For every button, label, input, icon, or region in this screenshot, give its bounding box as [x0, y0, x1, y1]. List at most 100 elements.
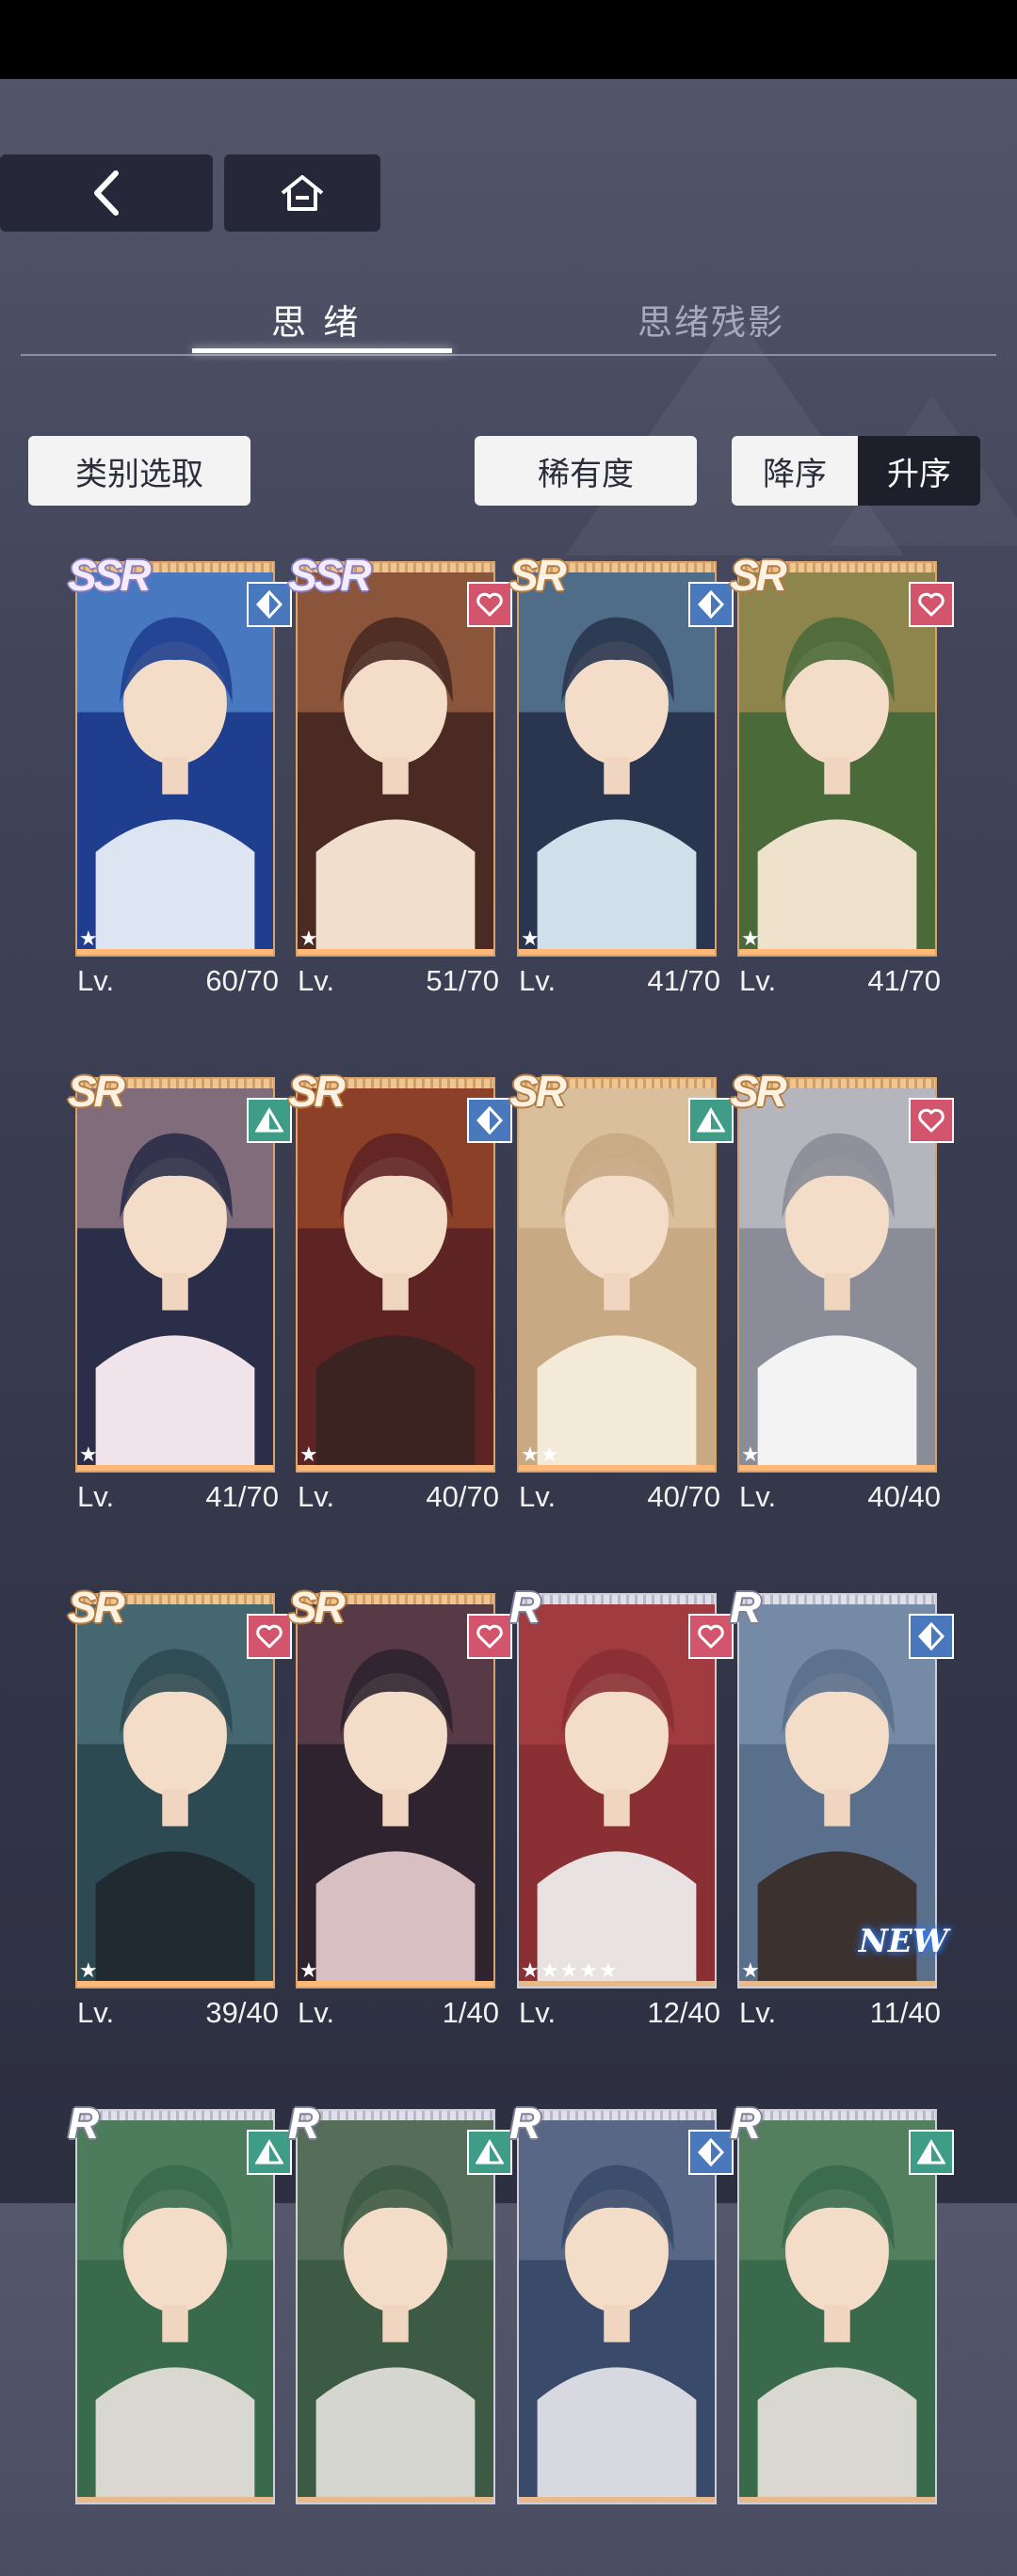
level-label: Lv.	[519, 964, 557, 997]
character-portrait	[519, 1595, 715, 1987]
level-value: 41/70	[867, 964, 941, 997]
rarity-label: SSR	[288, 551, 372, 600]
card-15[interactable]: R	[509, 2098, 734, 2576]
level-label: Lv.	[77, 964, 115, 997]
diamond-icon	[909, 1614, 954, 1659]
card-frame	[517, 1077, 717, 1473]
heart-icon	[909, 1098, 954, 1143]
level-label: Lv.	[298, 1996, 335, 2029]
descending-button[interactable]: 降序	[732, 436, 858, 506]
rarity-label: R	[68, 2099, 99, 2148]
card-14[interactable]: R	[288, 2098, 512, 2576]
rarity-label: SR	[68, 1583, 125, 1632]
heart-icon	[909, 582, 954, 627]
level-value: 39/40	[205, 1996, 279, 2029]
character-portrait	[77, 563, 273, 955]
card-11[interactable]: R ★★★★★ Lv. 12/40	[509, 1582, 734, 2060]
level-value: 40/70	[426, 1480, 499, 1513]
tab-thoughts[interactable]: 思 绪	[271, 294, 362, 345]
tab-thought-shadows[interactable]: 思绪残影	[638, 294, 784, 345]
card-frame	[517, 1593, 717, 1988]
card-frame	[75, 1077, 275, 1473]
triangle-icon	[247, 2130, 292, 2175]
rarity-label: SR	[288, 1583, 346, 1632]
category-filter-button[interactable]: 类别选取	[28, 436, 250, 506]
card-frame	[296, 2109, 495, 2504]
new-badge: NEW	[858, 1923, 948, 1960]
chevron-left-icon	[94, 170, 119, 216]
heart-icon	[467, 582, 512, 627]
heart-icon	[247, 1614, 292, 1659]
character-portrait	[519, 563, 715, 955]
card-13[interactable]: R	[68, 2098, 292, 2576]
star-rating: ★★	[521, 1442, 560, 1466]
star-rating: ★★★★★	[521, 1958, 619, 1982]
home-button[interactable]	[224, 154, 380, 232]
back-button[interactable]	[0, 154, 213, 232]
heart-icon	[467, 1614, 512, 1659]
rarity-label: SR	[509, 551, 567, 600]
diamond-icon	[688, 2130, 734, 2175]
card-16[interactable]: R	[730, 2098, 954, 2576]
card-frame	[75, 561, 275, 957]
level-label: Lv.	[77, 1996, 115, 2029]
rarity-sort-button[interactable]: 稀有度	[475, 436, 697, 506]
character-portrait	[77, 2111, 273, 2503]
level-value: 41/70	[647, 964, 720, 997]
card-frame	[296, 1077, 495, 1473]
rarity-label: R	[509, 2099, 541, 2148]
level-label: Lv.	[739, 1480, 777, 1513]
card-4[interactable]: SR ★ Lv. 41/70	[730, 550, 954, 1028]
level-label: Lv.	[298, 1480, 335, 1513]
card-frame	[296, 561, 495, 957]
card-frame	[75, 2109, 275, 2504]
triangle-icon	[909, 2130, 954, 2175]
level-value: 60/70	[205, 964, 279, 997]
character-portrait	[739, 563, 935, 955]
card-10[interactable]: SR ★ Lv. 1/40	[288, 1582, 512, 2060]
sort-order-toggle: 降序 升序	[732, 436, 980, 506]
ascending-button[interactable]: 升序	[858, 436, 980, 506]
card-6[interactable]: SR ★ Lv. 40/70	[288, 1066, 512, 1544]
rarity-label: R	[730, 1583, 761, 1632]
star-rating: ★	[741, 926, 761, 950]
level-label: Lv.	[519, 1480, 557, 1513]
star-rating: ★	[741, 1958, 761, 1982]
triangle-icon	[247, 1098, 292, 1143]
star-rating: ★	[79, 926, 99, 950]
card-12[interactable]: R ★ NEW Lv. 11/40	[730, 1582, 954, 2060]
rarity-label: R	[509, 1583, 541, 1632]
rarity-label: R	[730, 2099, 761, 2148]
card-8[interactable]: SR ★ Lv. 40/40	[730, 1066, 954, 1544]
card-7[interactable]: SR ★★ Lv. 40/70	[509, 1066, 734, 1544]
card-frame	[517, 2109, 717, 2504]
diamond-icon	[247, 582, 292, 627]
level-value: 40/40	[867, 1480, 941, 1513]
card-frame	[75, 1593, 275, 1988]
card-frame	[296, 1593, 495, 1988]
rarity-label: SSR	[68, 551, 152, 600]
card-2[interactable]: SSR ★ Lv. 51/70	[288, 550, 512, 1028]
card-5[interactable]: SR ★ Lv. 41/70	[68, 1066, 292, 1544]
level-value: 12/40	[647, 1996, 720, 2029]
star-rating: ★	[741, 1442, 761, 1466]
card-1[interactable]: SSR ★ Lv. 60/70	[68, 550, 292, 1028]
diamond-icon	[467, 1098, 512, 1143]
character-portrait	[298, 1079, 493, 1471]
home-icon	[281, 175, 324, 211]
character-portrait	[77, 1079, 273, 1471]
character-portrait	[298, 563, 493, 955]
star-rating: ★	[299, 1442, 319, 1466]
card-3[interactable]: SR ★ Lv. 41/70	[509, 550, 734, 1028]
tab-bar: 思 绪 思绪残影	[21, 282, 996, 356]
card-frame	[737, 1077, 937, 1473]
level-value: 1/40	[442, 1996, 499, 2029]
star-rating: ★	[299, 1958, 319, 1982]
character-portrait	[77, 1595, 273, 1987]
card-9[interactable]: SR ★ Lv. 39/40	[68, 1582, 292, 2060]
star-rating: ★	[79, 1958, 99, 1982]
character-portrait	[739, 1079, 935, 1471]
status-bar	[0, 0, 1017, 79]
level-value: 51/70	[426, 964, 499, 997]
card-frame	[737, 561, 937, 957]
